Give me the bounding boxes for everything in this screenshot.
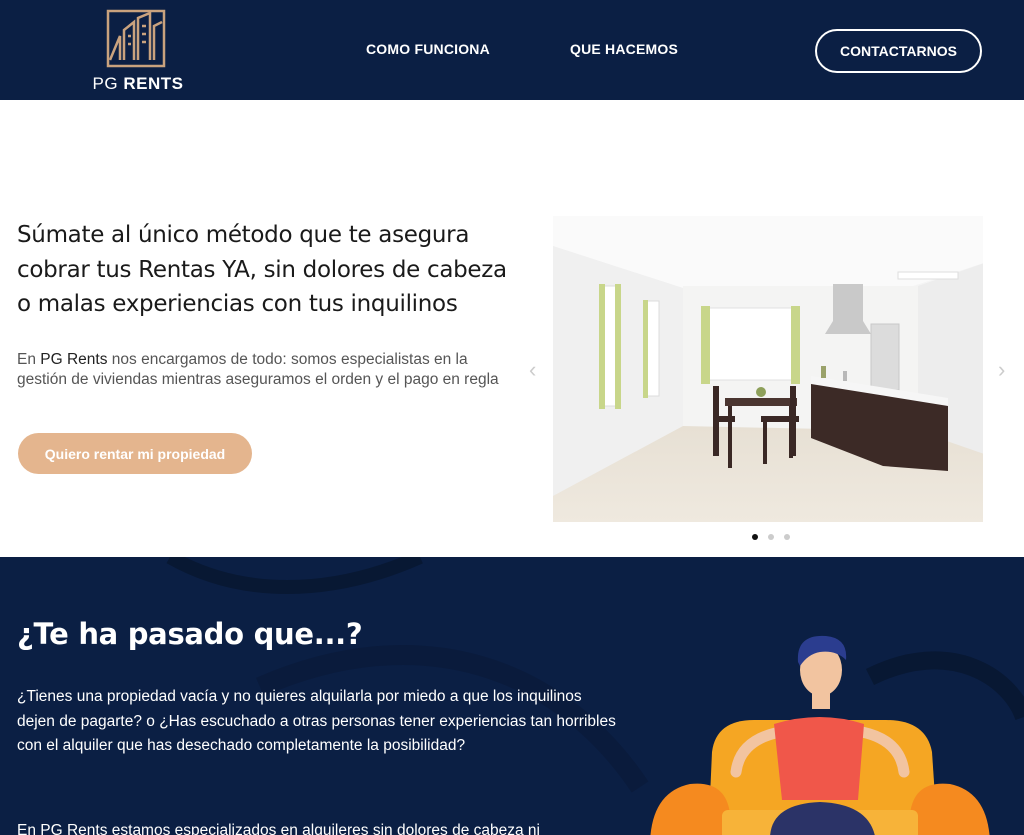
slider-dot-2[interactable] [768, 534, 774, 540]
problem-section: ¿Te ha pasado que...? ¿Tienes una propie… [0, 557, 1024, 835]
section-paragraph-1: ¿Tienes una propiedad vacía y no quieres… [17, 688, 616, 754]
kitchen-dining-photo [553, 216, 990, 522]
building-logo-icon [106, 9, 166, 68]
slider-dots [752, 534, 790, 540]
hero-image-slider[interactable] [553, 216, 990, 522]
rent-property-button[interactable]: Quiero rentar mi propiedad [18, 433, 252, 474]
chevron-right-icon[interactable]: › [998, 357, 1005, 383]
logo-text: PG RENTS [88, 74, 188, 94]
slider-dot-1[interactable] [752, 534, 758, 540]
pg-rents-logo[interactable]: PG RENTS [88, 8, 188, 94]
slider-dot-3[interactable] [784, 534, 790, 540]
section-title: ¿Te ha pasado que...? [17, 617, 363, 651]
person-on-sofa-illustration [650, 635, 990, 835]
logo-text-pg: PG [92, 74, 119, 93]
logo-text-rents: RENTS [123, 74, 184, 93]
site-header: PG RENTS COMO FUNCIONA QUE HACEMOS CONTA… [0, 0, 1024, 100]
hero-description: En PG Rents nos encargamos de todo: somo… [17, 350, 517, 390]
section-paragraph-2: En PG Rents estamos especializados en al… [17, 822, 540, 835]
hero-title: Súmate al único método que te asegura co… [17, 222, 507, 317]
nav-como-funciona[interactable]: COMO FUNCIONA [366, 41, 490, 57]
contact-button[interactable]: CONTACTARNOS [815, 29, 982, 73]
chevron-left-icon[interactable]: ‹ [529, 357, 536, 383]
hero-desc-prefix: En [17, 351, 41, 368]
nav-que-hacemos[interactable]: QUE HACEMOS [570, 41, 678, 57]
hero-desc-brand: PG Rents [40, 351, 108, 368]
